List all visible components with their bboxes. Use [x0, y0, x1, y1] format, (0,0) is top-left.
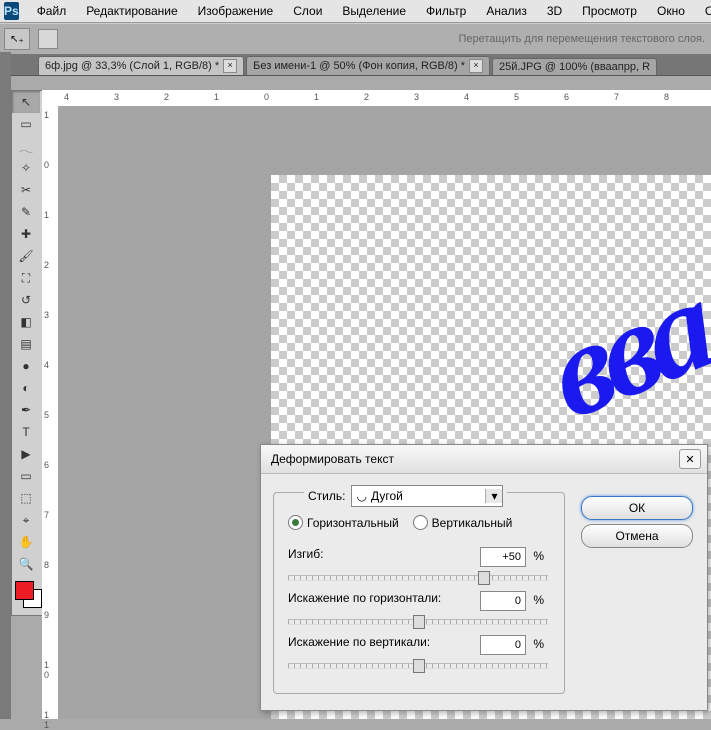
hdist-slider[interactable] — [288, 619, 548, 625]
options-mini-1[interactable] — [38, 29, 58, 49]
close-icon[interactable]: × — [469, 59, 483, 73]
crop-tool[interactable]: ✂ — [12, 179, 40, 201]
menu-фильтр[interactable]: Фильтр — [416, 1, 476, 21]
path-select-tool[interactable]: ▶ — [12, 443, 40, 465]
gradient-tool[interactable]: ▤ — [12, 333, 40, 355]
app-logo: Ps — [4, 2, 19, 20]
style-select[interactable]: ◡ Дугой ▾ — [351, 485, 503, 507]
document-tab[interactable]: 6ф.jpg @ 33,3% (Слой 1, RGB/8) * × — [38, 56, 244, 75]
style-value: Дугой — [371, 489, 403, 503]
camera-tool[interactable]: ⌖ — [12, 509, 40, 531]
radio-horizontal[interactable] — [288, 515, 303, 530]
vertical-ruler: 101234567891 01 1 — [42, 90, 59, 719]
menu-изображение[interactable]: Изображение — [188, 1, 284, 21]
hand-tool[interactable]: ✋ — [12, 531, 40, 553]
options-hint: Перетащить для перемещения текстового сл… — [458, 33, 705, 45]
stamp-tool[interactable]: ⛶ — [12, 267, 40, 289]
chevron-down-icon: ▾ — [485, 489, 502, 503]
close-icon[interactable]: × — [223, 59, 237, 73]
menu-анализ[interactable]: Анализ — [476, 1, 537, 21]
menu-bar: Ps ФайлРедактированиеИзображениеСлоиВыде… — [0, 0, 711, 23]
eraser-tool[interactable]: ◧ — [12, 311, 40, 333]
radio-vertical-label: Вертикальный — [432, 516, 513, 530]
pen-tool[interactable]: ✒ — [12, 399, 40, 421]
lasso-tool[interactable]: 𓂃 — [12, 135, 40, 157]
eyedropper-tool[interactable]: ✎ — [12, 201, 40, 223]
brush-tool[interactable]: 🖌 — [12, 245, 40, 267]
bend-slider[interactable] — [288, 575, 548, 581]
wand-tool[interactable]: ✧ — [12, 157, 40, 179]
vdist-label: Искажение по вертикали: — [288, 635, 430, 649]
options-bar: ↖₊ Перетащить для перемещения текстового… — [0, 23, 711, 55]
cancel-button[interactable]: Отмена — [581, 524, 693, 548]
tab-label: 25й.JPG @ 100% (вваапрр, R — [499, 61, 650, 73]
dodge-tool[interactable]: ◐ — [12, 377, 40, 399]
zoom-tool[interactable]: 🔍 — [12, 553, 40, 575]
tab-label: Без имени-1 @ 50% (Фон копия, RGB/8) * — [253, 60, 465, 72]
vdist-slider-thumb[interactable] — [413, 659, 425, 673]
color-swatches — [12, 575, 42, 615]
move-tool[interactable]: ↖ — [12, 91, 40, 113]
document-tab[interactable]: 25й.JPG @ 100% (вваапрр, R — [492, 58, 657, 75]
dialog-titlebar[interactable]: Деформировать текст ✕ — [261, 445, 707, 474]
hdist-input[interactable]: 0 — [480, 591, 526, 611]
shape-tool[interactable]: ▭ — [12, 465, 40, 487]
fg-color-swatch[interactable] — [15, 581, 34, 600]
menu-окно[interactable]: Окно — [647, 1, 695, 21]
menu-файл[interactable]: Файл — [27, 1, 77, 21]
menu-слои[interactable]: Слои — [283, 1, 332, 21]
bend-input[interactable]: +50 — [480, 547, 526, 567]
arc-icon: ◡ — [356, 489, 366, 503]
dialog-title: Деформировать текст — [271, 452, 394, 466]
menu-спра[interactable]: Спра — [695, 1, 711, 21]
3d-tool[interactable]: ⬚ — [12, 487, 40, 509]
canvas-text-layer: вва — [535, 249, 711, 452]
history-brush-tool[interactable]: ↺ — [12, 289, 40, 311]
warp-fieldset: Стиль: ◡ Дугой ▾ Горизонтальный Вертикал… — [273, 492, 565, 694]
menu-выделение[interactable]: Выделение — [332, 1, 416, 21]
toolbox: ↖▭𓂃✧✂✎✚🖌⛶↺◧▤●◐✒T▶▭⬚⌖✋🔍 — [11, 90, 43, 616]
hdist-slider-thumb[interactable] — [413, 615, 425, 629]
vdist-pct: % — [533, 637, 544, 651]
close-icon[interactable]: ✕ — [679, 449, 701, 469]
bend-label: Изгиб: — [288, 547, 323, 561]
ok-button[interactable]: ОК — [581, 496, 693, 520]
marquee-tool[interactable]: ▭ — [12, 113, 40, 135]
menu-редактирование[interactable]: Редактирование — [76, 1, 187, 21]
menu-3d[interactable]: 3D — [537, 1, 572, 21]
vdist-input[interactable]: 0 — [480, 635, 526, 655]
blur-tool[interactable]: ● — [12, 355, 40, 377]
hdist-label: Искажение по горизонтали: — [288, 591, 441, 605]
healing-tool[interactable]: ✚ — [12, 223, 40, 245]
vdist-slider[interactable] — [288, 663, 548, 669]
menu-просмотр[interactable]: Просмотр — [572, 1, 647, 21]
style-label: Стиль: — [308, 489, 345, 503]
horizontal-ruler: 4321012345678 — [58, 90, 711, 107]
tab-label: 6ф.jpg @ 33,3% (Слой 1, RGB/8) * — [45, 60, 219, 72]
options-tool-icon[interactable]: ↖₊ — [4, 28, 30, 50]
hdist-pct: % — [533, 593, 544, 607]
warp-text-dialog: Деформировать текст ✕ Стиль: ◡ Дугой ▾ Г… — [260, 444, 708, 711]
radio-horizontal-label: Горизонтальный — [307, 516, 399, 530]
type-tool[interactable]: T — [12, 421, 40, 443]
panel-strip — [0, 52, 11, 719]
document-tabs: 6ф.jpg @ 33,3% (Слой 1, RGB/8) *×Без име… — [0, 55, 711, 76]
bend-slider-thumb[interactable] — [478, 571, 490, 585]
document-tab[interactable]: Без имени-1 @ 50% (Фон копия, RGB/8) * × — [246, 56, 490, 75]
radio-vertical[interactable] — [413, 515, 428, 530]
bend-pct: % — [533, 549, 544, 563]
